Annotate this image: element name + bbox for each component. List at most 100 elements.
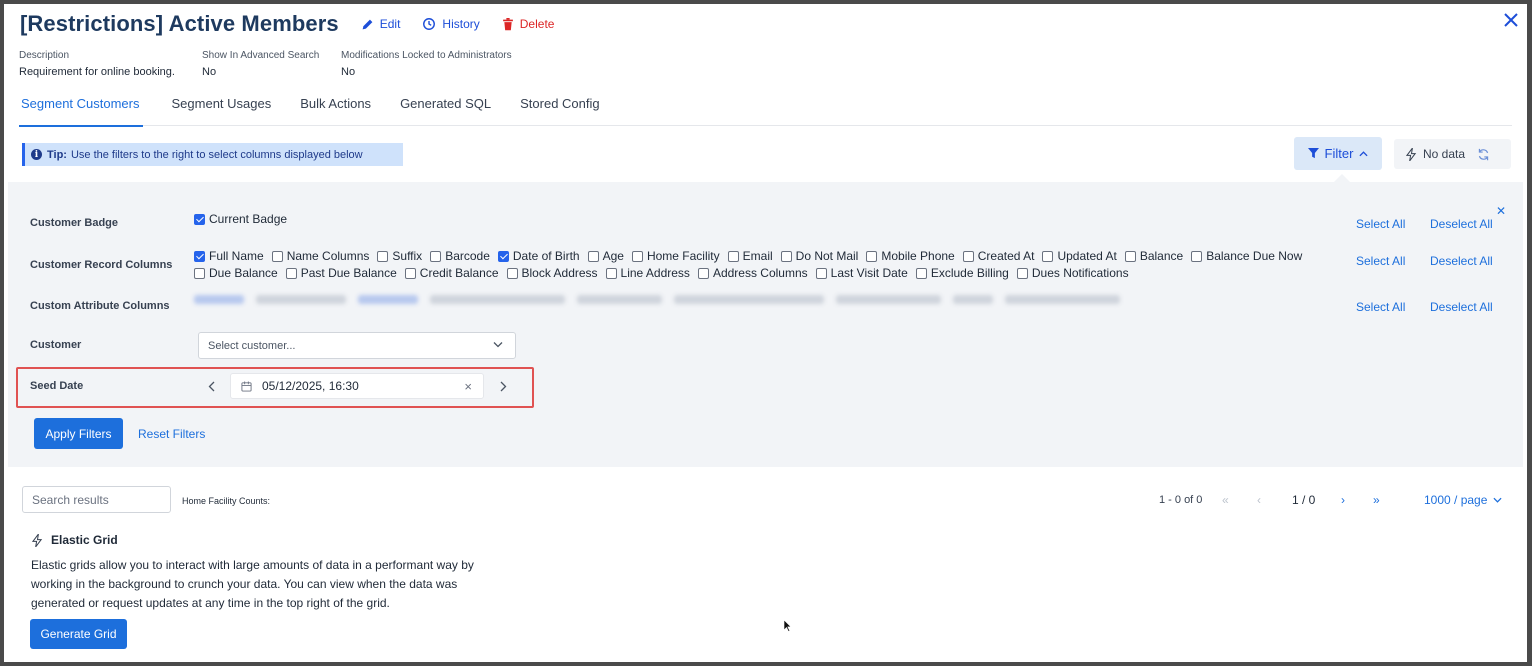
- checkbox-box[interactable]: [815, 267, 827, 279]
- checkbox-box[interactable]: [1191, 250, 1203, 262]
- checkbox-box[interactable]: [915, 267, 927, 279]
- checkbox-label: Address Columns: [712, 266, 808, 280]
- next-date-button[interactable]: [496, 377, 510, 395]
- checkbox-suffix[interactable]: Suffix: [377, 249, 422, 263]
- delete-label: Delete: [519, 17, 555, 31]
- next-page-icon[interactable]: ›: [1341, 493, 1345, 507]
- checkbox-current-badge[interactable]: Current Badge: [194, 212, 287, 226]
- history-label: History: [442, 17, 480, 31]
- checkbox-name-columns[interactable]: Name Columns: [271, 249, 369, 263]
- apply-filters-button[interactable]: Apply Filters: [34, 418, 123, 449]
- checkbox-box[interactable]: [727, 250, 739, 262]
- checkbox-line-address[interactable]: Line Address: [605, 266, 690, 280]
- checkbox-box[interactable]: [285, 267, 297, 279]
- page-size-value: 1000 / page: [1424, 493, 1488, 507]
- page-size-select[interactable]: 1000 / page: [1424, 493, 1502, 507]
- custom-attribute-label: Custom Attribute Columns: [30, 300, 170, 312]
- badge-checkboxes: Current Badge: [194, 212, 295, 226]
- checkbox-label: Exclude Billing: [930, 266, 1009, 280]
- checkbox-box[interactable]: [962, 250, 974, 262]
- close-panel-icon[interactable]: ✕: [1496, 204, 1506, 218]
- tab-generated-sql[interactable]: Generated SQL: [400, 88, 491, 126]
- checkbox-last-visit-date[interactable]: Last Visit Date: [815, 266, 908, 280]
- checkbox-credit-balance[interactable]: Credit Balance: [404, 266, 499, 280]
- checkbox-box[interactable]: [780, 250, 792, 262]
- checkbox-box[interactable]: [866, 250, 878, 262]
- tab-stored-config[interactable]: Stored Config: [520, 88, 600, 126]
- history-button[interactable]: History: [422, 17, 480, 31]
- record-deselect-all-link[interactable]: Deselect All: [1430, 254, 1493, 268]
- seed-date-input[interactable]: 05/12/2025, 16:30 ×: [230, 373, 484, 399]
- badge-select-all-link[interactable]: Select All: [1356, 217, 1405, 231]
- checkbox-box[interactable]: [271, 250, 283, 262]
- checkbox-box[interactable]: [506, 267, 518, 279]
- clear-date-icon[interactable]: ×: [464, 379, 472, 394]
- checkbox-past-due-balance[interactable]: Past Due Balance: [285, 266, 397, 280]
- checkbox-updated-at[interactable]: Updated At: [1042, 249, 1117, 263]
- no-data-button[interactable]: No data: [1394, 139, 1511, 169]
- checkbox-box[interactable]: [631, 250, 643, 262]
- checkbox-box[interactable]: [605, 267, 617, 279]
- checkbox-do-not-mail[interactable]: Do Not Mail: [780, 249, 858, 263]
- edit-button[interactable]: Edit: [361, 17, 400, 31]
- customer-badge-label: Customer Badge: [30, 217, 119, 229]
- checkbox-block-address[interactable]: Block Address: [506, 266, 598, 280]
- checkbox-email[interactable]: Email: [727, 249, 773, 263]
- checkbox-box[interactable]: [430, 250, 442, 262]
- search-input[interactable]: [22, 486, 171, 513]
- last-page-icon[interactable]: »: [1373, 493, 1380, 507]
- record-select-all-link[interactable]: Select All: [1356, 254, 1405, 268]
- checkbox-box[interactable]: [697, 267, 709, 279]
- customer-select[interactable]: Select customer...: [198, 332, 516, 359]
- checkbox-box[interactable]: [194, 213, 205, 225]
- elastic-grid-title-text: Elastic Grid: [51, 533, 118, 547]
- close-icon[interactable]: [1503, 12, 1519, 28]
- record-checkboxes-row1: Full Name Name Columns Suffix Barcode Date o…: [194, 249, 1310, 263]
- filter-button[interactable]: Filter: [1294, 137, 1382, 170]
- locked-value: No: [341, 66, 356, 78]
- home-facility-counts: Home Facility Counts:: [182, 496, 271, 506]
- checkbox-label: Last Visit Date: [830, 266, 908, 280]
- checkbox-mobile-phone[interactable]: Mobile Phone: [866, 249, 955, 263]
- checkbox-exclude-billing[interactable]: Exclude Billing: [915, 266, 1009, 280]
- trash-icon: [502, 17, 513, 30]
- custom-select-all-link[interactable]: Select All: [1356, 300, 1405, 314]
- info-icon: i: [31, 149, 42, 160]
- checkbox-barcode[interactable]: Barcode: [430, 249, 490, 263]
- checkbox-box[interactable]: [404, 267, 416, 279]
- tab-bulk-actions[interactable]: Bulk Actions: [300, 88, 371, 126]
- checkbox-dues-notifications[interactable]: Dues Notifications: [1016, 266, 1129, 280]
- tab-segment-usages[interactable]: Segment Usages: [172, 88, 272, 126]
- previous-date-button[interactable]: [204, 377, 218, 395]
- checkbox-box[interactable]: [1042, 250, 1054, 262]
- delete-button[interactable]: Delete: [502, 17, 555, 31]
- refresh-icon[interactable]: [1477, 148, 1490, 161]
- checkbox-date-of-birth[interactable]: Date of Birth: [497, 249, 580, 263]
- checkbox-address-columns[interactable]: Address Columns: [697, 266, 808, 280]
- checkbox-due-balance[interactable]: Due Balance: [194, 266, 278, 280]
- checkbox-balance[interactable]: Balance: [1124, 249, 1183, 263]
- checkbox-created-at[interactable]: Created At: [962, 249, 1034, 263]
- checkbox-label: Due Balance: [209, 266, 278, 280]
- checkbox-box[interactable]: [377, 250, 389, 262]
- checkbox-box[interactable]: [1016, 267, 1028, 279]
- checkbox-full-name[interactable]: Full Name: [194, 249, 264, 263]
- checkbox-box[interactable]: [587, 250, 599, 262]
- checkbox-box[interactable]: [1124, 250, 1136, 262]
- previous-page-icon[interactable]: ‹: [1257, 493, 1261, 507]
- checkbox-age[interactable]: Age: [587, 249, 624, 263]
- badge-deselect-all-link[interactable]: Deselect All: [1430, 217, 1493, 231]
- generate-grid-button[interactable]: Generate Grid: [30, 619, 127, 649]
- custom-deselect-all-link[interactable]: Deselect All: [1430, 300, 1493, 314]
- meta-description: Description Requirement for online booki…: [19, 50, 175, 78]
- reset-filters-link[interactable]: Reset Filters: [138, 427, 205, 441]
- checkbox-home-facility[interactable]: Home Facility: [631, 249, 720, 263]
- tab-segment-customers[interactable]: Segment Customers: [19, 88, 143, 127]
- checkbox-balance-due-now[interactable]: Balance Due Now: [1191, 249, 1302, 263]
- checkbox-box[interactable]: [194, 250, 205, 262]
- checkbox-box[interactable]: [497, 250, 509, 262]
- record-checkboxes-row2: Due Balance Past Due Balance Credit Balanc…: [194, 266, 1137, 280]
- checkbox-box[interactable]: [194, 267, 205, 279]
- first-page-icon[interactable]: «: [1222, 493, 1229, 507]
- tab-bar: Segment Customers Segment Usages Bulk Ac…: [19, 88, 1512, 127]
